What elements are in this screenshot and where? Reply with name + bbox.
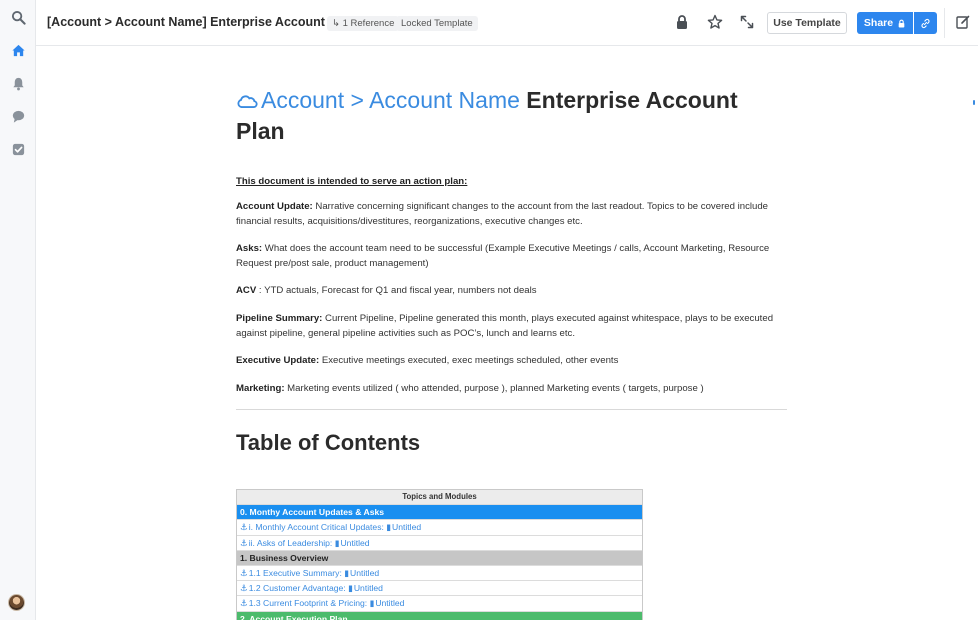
avatar[interactable] [8, 594, 25, 611]
toc-link-row[interactable]: ⚓︎i. Monthly Account Critical Updates: ▮… [237, 520, 642, 536]
document-title: [Account > Account Name] Enterprise Acco… [47, 15, 355, 29]
paragraph: Executive Update: Executive meetings exe… [236, 354, 788, 369]
divider [236, 409, 787, 411]
toc-link-row[interactable]: ⚓︎ii. Asks of Leadership: ▮Untitled [237, 536, 642, 551]
share-button[interactable]: Share [857, 12, 913, 34]
left-rail [0, 0, 36, 620]
star-icon[interactable] [706, 13, 724, 31]
link-icon [921, 18, 930, 28]
toc-link-text[interactable]: 1.1 Executive Summary: [249, 568, 342, 578]
toc-link-text[interactable]: ii. Asks of Leadership: [249, 538, 333, 548]
document-body: Account > Account Name Enterprise Accoun… [236, 86, 788, 456]
paragraph-text: Marketing events utilized ( who attended… [284, 382, 704, 394]
anchor-icon: ⚓︎ [240, 537, 248, 548]
page-icon: ▮ [369, 598, 375, 609]
toc-heading: Table of Contents [236, 430, 421, 456]
reference-badge[interactable]: ↳ 1 Reference [327, 16, 400, 31]
toc-table: Topics and Modules 0. Monthy Account Upd… [236, 489, 643, 620]
paragraph-label: Asks: [236, 243, 263, 255]
toc-section-row: 1. Business Overview [237, 550, 642, 566]
share-label: Share [863, 17, 894, 29]
chat-icon[interactable] [6, 104, 30, 128]
toc-section-row: 2. Account Execution Plan [237, 611, 642, 620]
locked-template-badge: Locked Template [396, 16, 478, 31]
paragraph-label: Account Update: [236, 201, 313, 212]
page-icon: ▮ [344, 567, 349, 578]
edit-icon[interactable] [954, 13, 972, 31]
paragraph-label: ACV [236, 285, 257, 297]
bell-icon[interactable] [6, 71, 30, 95]
anchor-icon: ⚓︎ [240, 598, 248, 609]
lock-icon[interactable] [673, 13, 691, 31]
paragraph-label: Pipeline Summary: [236, 312, 323, 324]
toc-page-link[interactable]: Untitled [354, 583, 383, 593]
paragraph: Pipeline Summary: Current Pipeline, Pipe… [236, 312, 788, 341]
title-separator: > [344, 87, 370, 113]
anchor-icon: ⚓︎ [240, 522, 248, 533]
toc-page-link[interactable]: Untitled [375, 598, 404, 608]
toc-page-link[interactable]: Untitled [340, 538, 369, 548]
toc-link-text[interactable]: i. Monthly Account Critical Updates: [249, 522, 384, 532]
anchor-icon: ⚓︎ [240, 583, 248, 594]
toc-link-row[interactable]: ⚓︎1.2 Customer Advantage: ▮Untitled [237, 581, 642, 597]
toc-link-text[interactable]: 1.2 Customer Advantage: [249, 583, 346, 593]
intro-text: This document is intended to serve an ac… [236, 176, 468, 187]
toc-link-row[interactable]: ⚓︎1.3 Current Footprint & Pricing: ▮Unti… [237, 596, 642, 612]
paragraph-label: Executive Update: [236, 355, 320, 367]
title-account-link[interactable]: Account [261, 87, 344, 113]
paragraph: Account Update: Narrative concerning sig… [236, 200, 788, 229]
paragraph: Marketing: Marketing events utilized ( w… [236, 382, 788, 397]
toc-section-row: 0. Monthy Account Updates & Asks [237, 505, 642, 521]
toc-page-link[interactable]: Untitled [392, 522, 421, 532]
paragraph-text: Executive meetings executed, exec meetin… [319, 355, 619, 367]
divider [944, 8, 945, 38]
paragraph-text: Narrative concerning significant changes… [236, 201, 769, 227]
anchor-icon: ⚓︎ [240, 567, 248, 578]
toc-page-link[interactable]: Untitled [350, 568, 379, 578]
paragraph: Asks: What does the account team need to… [236, 242, 788, 271]
scroll-indicator[interactable] [973, 100, 975, 105]
paragraph-label: Marketing: [236, 382, 285, 394]
title-account-name-link[interactable]: Account Name [369, 87, 520, 113]
lock-icon [898, 19, 905, 27]
paragraph-text: : YTD actuals, Forecast for Q1 and fisca… [256, 285, 537, 297]
toc-header: Topics and Modules [237, 490, 642, 506]
search-icon[interactable] [6, 5, 30, 29]
top-bar: [Account > Account Name] Enterprise Acco… [36, 0, 978, 46]
checkbox-icon[interactable] [6, 137, 30, 161]
link-icon: ↳ [332, 18, 343, 29]
toc-link-text[interactable]: 1.3 Current Footprint & Pricing: [249, 598, 367, 608]
page-icon: ▮ [334, 537, 340, 548]
use-template-button[interactable]: Use Template [767, 12, 847, 34]
expand-icon[interactable] [738, 13, 756, 31]
page-icon: ▮ [386, 522, 392, 533]
paragraph-text: What does the account team need to be su… [236, 243, 770, 269]
salesforce-cloud-icon [236, 88, 258, 117]
toc-link-row[interactable]: ⚓︎1.1 Executive Summary: ▮Untitled [237, 566, 642, 582]
home-icon[interactable] [6, 38, 30, 62]
page-icon: ▮ [348, 583, 353, 594]
page-title: Account > Account Name Enterprise Accoun… [236, 86, 788, 146]
paragraph: ACV : YTD actuals, Forecast for Q1 and f… [236, 284, 788, 299]
copy-link-button[interactable] [914, 12, 937, 34]
